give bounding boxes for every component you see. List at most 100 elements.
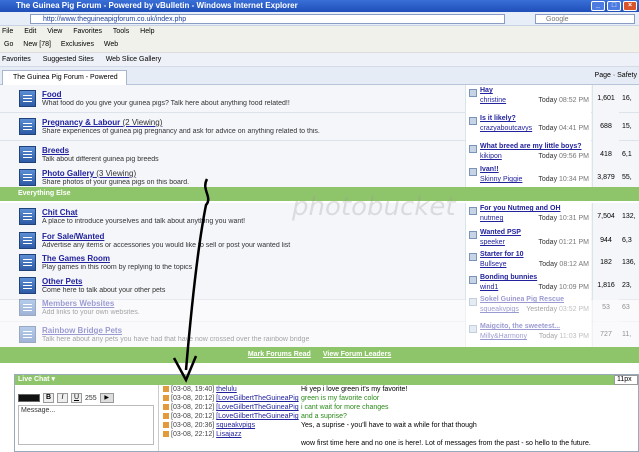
forum-title-link[interactable]: Pregnancy & Labour (2 Viewing) <box>42 118 162 127</box>
message-icon <box>163 386 169 393</box>
message-user-link[interactable]: [LoveGilbertTheGuineaPig <box>216 404 299 411</box>
message-text: Hi yep i love green it's my favorite! <box>301 386 408 393</box>
last-post: Maigcito, the sweetest... Milly&Harmony To… <box>465 321 591 349</box>
chat-header[interactable]: Live Chat ▾ 11px <box>15 375 638 385</box>
last-post-user-link[interactable]: speeker <box>480 239 505 246</box>
message-text: and a suprise? <box>301 413 347 420</box>
italic-button[interactable]: I <box>57 393 68 403</box>
live-chat: Live Chat ▾ 11px B I U 255 ▶ Message... … <box>14 374 639 452</box>
menu-file[interactable]: File <box>2 28 13 35</box>
minimize-button[interactable]: _ <box>591 1 605 11</box>
favorites-button[interactable]: Favorites <box>2 56 31 63</box>
last-post-user-link[interactable]: Skinny Piggie <box>480 176 522 183</box>
underline-button[interactable]: U <box>71 393 82 403</box>
color-picker[interactable] <box>18 394 40 402</box>
chat-composer: B I U 255 ▶ Message... <box>15 385 159 451</box>
last-post-date: Today 11:03 PM <box>538 333 589 340</box>
last-post-link[interactable]: For you Nutmeg and OH <box>480 205 561 212</box>
last-post-user-link[interactable]: nutmeg <box>480 215 503 222</box>
last-post-link[interactable]: Ivan!! <box>480 166 499 173</box>
address-input[interactable]: http://www.theguineapigforum.co.uk/index… <box>30 14 505 24</box>
menu-view[interactable]: View <box>47 28 62 35</box>
forum-title-link[interactable]: Members Websites <box>42 299 114 308</box>
post-icon <box>469 325 477 333</box>
font-size-select[interactable]: 11px <box>614 375 638 385</box>
web-slice-gallery-link[interactable]: Web Slice Gallery <box>106 56 162 63</box>
new-button[interactable]: New [78] <box>23 41 51 48</box>
forum-title-link[interactable]: Breeds <box>42 146 69 155</box>
menu-favorites[interactable]: Favorites <box>73 28 102 35</box>
message-user-link[interactable]: [LoveGilbertTheGuineaPig <box>216 413 299 420</box>
last-post-date: Today 01:21 PM <box>538 239 589 246</box>
last-post-date: Yesterday 03:52 PM <box>526 306 589 313</box>
last-post-link[interactable]: Sokel Guinea Pig Rescue <box>480 296 564 303</box>
last-post-user-link[interactable]: squeakvpigs <box>480 306 519 313</box>
last-post-link[interactable]: Maigcito, the sweetest... <box>480 323 560 330</box>
close-button[interactable]: × <box>623 1 637 11</box>
window-title: The Guinea Pig Forum - Powered by vBulle… <box>16 1 298 10</box>
send-button[interactable]: ▶ <box>99 393 114 403</box>
forum-description: Share experiences of guinea pig pregnanc… <box>42 128 320 135</box>
last-post: Is it likely? crazyaboutcavys Today 04:41 … <box>465 113 591 141</box>
search-input[interactable]: Google <box>535 14 635 24</box>
last-post: Sokel Guinea Pig Rescue squeakvpigs Yester… <box>465 294 591 322</box>
last-post-user-link[interactable]: Bullseye <box>480 261 506 268</box>
message-time: [03-08, 20:12] <box>171 413 215 420</box>
view-forum-leaders-link[interactable]: View Forum Leaders <box>323 351 391 358</box>
forum-list: Food What food do you give your guinea p… <box>0 85 639 370</box>
last-post-user-link[interactable]: crazyaboutcavys <box>480 125 532 132</box>
last-post: Hay christine Today 08:52 PM <box>465 85 591 113</box>
message-user-link[interactable]: [LoveGilbertTheGuineaPig <box>216 395 299 402</box>
chat-log: [03-08, 19:40] thelulu Hi yep i love gree… <box>163 385 633 451</box>
post-icon <box>469 298 477 306</box>
page-menu[interactable]: Page <box>595 72 611 79</box>
last-post-link[interactable]: Starter for 10 <box>480 251 524 258</box>
post-icon <box>469 207 477 215</box>
forum-description: Talk here about any pets you have had th… <box>42 336 310 343</box>
forum-icon <box>19 169 36 186</box>
message-input[interactable]: Message... <box>18 405 154 445</box>
last-post-date: Today 04:41 PM <box>538 125 589 132</box>
last-post-link[interactable]: What breed are my little boys? <box>480 143 582 150</box>
suggested-sites-link[interactable]: Suggested Sites <box>43 56 94 63</box>
bold-button[interactable]: B <box>43 393 54 403</box>
last-post-link[interactable]: Bonding bunnies <box>480 274 537 281</box>
message-user-link[interactable]: thelulu <box>216 386 237 393</box>
go-button[interactable]: Go <box>4 41 13 48</box>
forum-title-link[interactable]: Chit Chat <box>42 208 78 217</box>
exclusives-button[interactable]: Exclusives <box>61 41 94 48</box>
forum-title-link[interactable]: Food <box>42 90 62 99</box>
last-post-user-link[interactable]: Milly&Harmony <box>480 333 527 340</box>
menu-tools[interactable]: Tools <box>113 28 129 35</box>
last-post-date: Today 10:31 PM <box>538 215 589 222</box>
chat-message: [03-08, 19:40] thelulu Hi yep i love gree… <box>163 385 633 394</box>
last-post-date: Today 09:56 PM <box>538 153 589 160</box>
post-icon <box>469 145 477 153</box>
menu-help[interactable]: Help <box>140 28 154 35</box>
last-post-user-link[interactable]: kikipon <box>480 153 502 160</box>
mark-forums-read-link[interactable]: Mark Forums Read <box>248 351 311 358</box>
search-toolbar: Go New [78] Exclusives Web <box>0 37 639 53</box>
format-bar: B I U 255 ▶ <box>18 393 114 403</box>
last-post-link[interactable]: Wanted PSP <box>480 229 521 236</box>
forum-title-link[interactable]: The Games Room <box>42 254 110 263</box>
menu-edit[interactable]: Edit <box>24 28 36 35</box>
last-post-link[interactable]: Hay <box>480 87 493 94</box>
forum-title-link[interactable]: For Sale/Wanted <box>42 232 104 241</box>
last-post-user-link[interactable]: wind1 <box>480 284 498 291</box>
post-count: 15, <box>622 123 632 130</box>
last-post-link[interactable]: Is it likely? <box>480 115 516 122</box>
forum-title-link[interactable]: Other Pets <box>42 277 82 286</box>
chat-message: [03-08, 20:12] [LoveGilbertTheGuineaPig a… <box>163 412 633 421</box>
post-icon <box>469 231 477 239</box>
maximize-button[interactable]: □ <box>607 1 621 11</box>
safety-menu[interactable]: Safety <box>617 72 637 79</box>
last-post-user-link[interactable]: christine <box>480 97 506 104</box>
message-user-link[interactable]: squeakvpigs <box>216 422 255 429</box>
message-user-link[interactable]: Lisajazz <box>216 431 241 438</box>
forum-title-link[interactable]: Rainbow Bridge Pets <box>42 326 122 335</box>
web-button[interactable]: Web <box>104 41 118 48</box>
forum-title-link[interactable]: Photo Gallery (3 Viewing) <box>42 169 136 178</box>
message-time: [03-08, 22:12] <box>171 431 215 438</box>
tab-forum[interactable]: The Guinea Pig Forum - Powered by vBulle… <box>2 70 127 95</box>
